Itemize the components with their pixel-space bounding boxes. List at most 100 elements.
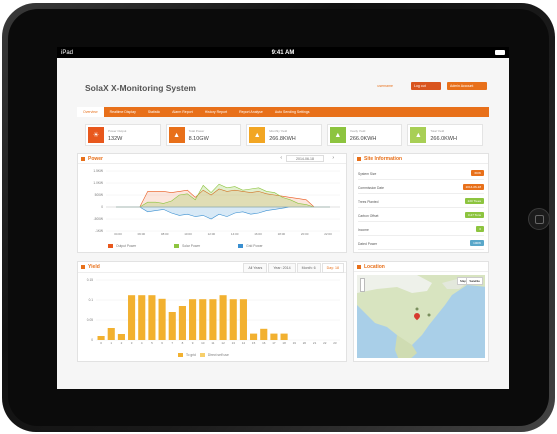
x-tick-label: 16:00 — [254, 232, 262, 236]
site-info-label: Trees Planted — [358, 200, 379, 204]
y-tick-label: 1.5KW — [93, 169, 103, 173]
card-label: Monthly Yield — [269, 129, 288, 133]
site-info-label: Income — [358, 228, 369, 232]
x-tick-label: 5 — [151, 341, 153, 345]
zoom-control[interactable] — [360, 278, 365, 292]
tab-day[interactable]: Day: 18 — [321, 263, 344, 273]
bar — [260, 328, 268, 340]
site-info-row: System Size 6KW — [358, 168, 484, 180]
x-tick-label: 2 — [121, 341, 123, 345]
app-header: SolaX X-Monitoring System username Log o… — [77, 80, 487, 98]
yield-legend: To grid Direct self use — [178, 353, 229, 357]
x-tick-label: 20 — [303, 341, 307, 345]
x-tick-label: 1 — [110, 341, 112, 345]
x-tick-label: 21 — [313, 341, 317, 345]
tab-report[interactable]: Report Analyse — [233, 107, 269, 117]
x-tick-label: 6 — [161, 341, 163, 345]
logout-button[interactable]: Log out — [411, 82, 441, 90]
site-info-row: Income 0 — [358, 224, 484, 236]
sun-icon: ☀ — [88, 127, 104, 143]
tab-history[interactable]: History Report — [199, 107, 233, 117]
site-info-value: 6KW — [471, 170, 484, 176]
x-tick-label: 4 — [141, 341, 143, 345]
x-tick-label: 18:00 — [278, 232, 286, 236]
chart-icon: ▲ — [329, 127, 346, 143]
bar — [148, 295, 156, 340]
date-picker[interactable]: 2014-06-18 — [286, 155, 324, 162]
location-panel: Location Map Satellite — [353, 261, 489, 362]
site-info-value: 2014-06-18 — [462, 184, 484, 190]
card-monthly-yield: ▲ Monthly Yield 266.8KWH — [246, 124, 322, 146]
tab-overview[interactable]: Overview — [77, 107, 104, 117]
screen: iPad 9:41 AM SolaX X-Monitoring System u… — [57, 47, 509, 389]
yield-icon — [81, 265, 85, 269]
legend-item: Direct self use — [199, 353, 229, 357]
y-tick-label: 0 — [101, 205, 103, 209]
bar — [128, 295, 136, 340]
username-link[interactable]: username — [377, 84, 393, 88]
card-value: 8.10GW — [188, 136, 209, 142]
panel-title: Location — [364, 264, 385, 270]
power-panel: Power ‹ 2014-06-18 › 1.5KW 1.0KW 500W 0 -500… — [77, 153, 347, 253]
tab-year[interactable]: Year: 2014 — [268, 263, 296, 273]
panel-header: Yield All Years Year: 2014 Month: 6 Day:… — [78, 262, 346, 273]
tab-all-years[interactable]: All Years — [243, 263, 268, 273]
tab-auto-sending[interactable]: Auto Sending Settings — [269, 107, 316, 117]
site-info-row: Carbon Offset 0.27 Tons — [358, 210, 484, 222]
x-tick-label: 04:00 — [114, 232, 122, 236]
site-info-panel: Site Information System Size 6KW Commissio… — [353, 153, 489, 253]
prev-date-icon[interactable]: ‹ — [280, 155, 282, 161]
panel-header: Power ‹ 2014-06-18 › — [78, 154, 346, 164]
yield-chart: 0.150.10.0500 1 2 3 4 5 6 7 8 9 10 11 12 13 14 15 16 17 18… — [87, 278, 340, 345]
panel-title: Site Information — [364, 156, 403, 162]
bar — [168, 312, 176, 340]
x-tick-label: 16 — [262, 341, 266, 345]
x-tick-label: 13 — [232, 341, 236, 345]
tab-realtime[interactable]: Realtime Display — [104, 107, 142, 117]
y-tick-label: -1KW — [95, 229, 103, 233]
map-type-satellite-button[interactable]: Satellite — [466, 277, 483, 285]
tab-month[interactable]: Month: 6 — [296, 263, 321, 273]
site-info-value: 0.27 Tons — [465, 212, 484, 218]
legend-item: To grid — [178, 353, 196, 357]
x-tick-label: 15 — [252, 341, 256, 345]
location-map[interactable]: Map Satellite — [357, 275, 485, 358]
legend-item: Solar Power — [174, 244, 200, 248]
site-info-label: Dated Power — [358, 242, 378, 246]
x-tick-label: 14:00 — [231, 232, 239, 236]
legend-item: Grid Power — [238, 244, 263, 248]
site-info-label: Carbon Offset — [358, 214, 379, 218]
home-button[interactable] — [528, 208, 550, 230]
yield-range-tabs: All Years Year: 2014 Month: 6 Day: 18 — [243, 263, 344, 273]
location-pin-icon — [357, 265, 361, 269]
tab-statistic[interactable]: Statistic — [142, 107, 166, 117]
panel-header: Location — [354, 262, 488, 272]
clock: 9:41 AM — [271, 49, 295, 56]
bar — [270, 333, 278, 340]
bar — [158, 298, 166, 340]
card-label: Yearly Yield — [349, 129, 366, 133]
power-legend: Output Power Solar Power Grid Power — [108, 244, 263, 248]
bar — [97, 336, 105, 340]
card-total-yield: ▲ Total Yield 266.0KWH — [407, 124, 483, 146]
x-tick-label: 11 — [211, 341, 214, 345]
site-info-label: Commission Date — [358, 186, 385, 190]
next-date-icon[interactable]: › — [332, 155, 334, 161]
info-icon — [357, 157, 361, 161]
panel-title: Yield — [88, 264, 100, 270]
admin-account-button[interactable]: Admin Account — [447, 82, 487, 90]
x-tick-label: 7 — [171, 341, 173, 345]
bar — [107, 328, 115, 340]
tab-alarm[interactable]: Alarm Report — [166, 107, 199, 117]
bar — [219, 295, 227, 340]
y-tick-label: 500W — [95, 193, 103, 197]
card-label: Total Yield — [430, 129, 445, 133]
x-tick-label: 10:00 — [184, 232, 192, 236]
card-yearly-yield: ▲ Yearly Yield 266.0KWH — [326, 124, 403, 146]
y-tick-label: 1.0KW — [93, 181, 103, 185]
bar — [209, 299, 217, 340]
site-info-row: Dated Power 100W — [358, 238, 484, 250]
card-label: Total Power — [188, 129, 205, 133]
site-info-value: 220 Trees — [464, 198, 484, 204]
site-info-row: Commission Date 2014-06-18 — [358, 182, 484, 194]
